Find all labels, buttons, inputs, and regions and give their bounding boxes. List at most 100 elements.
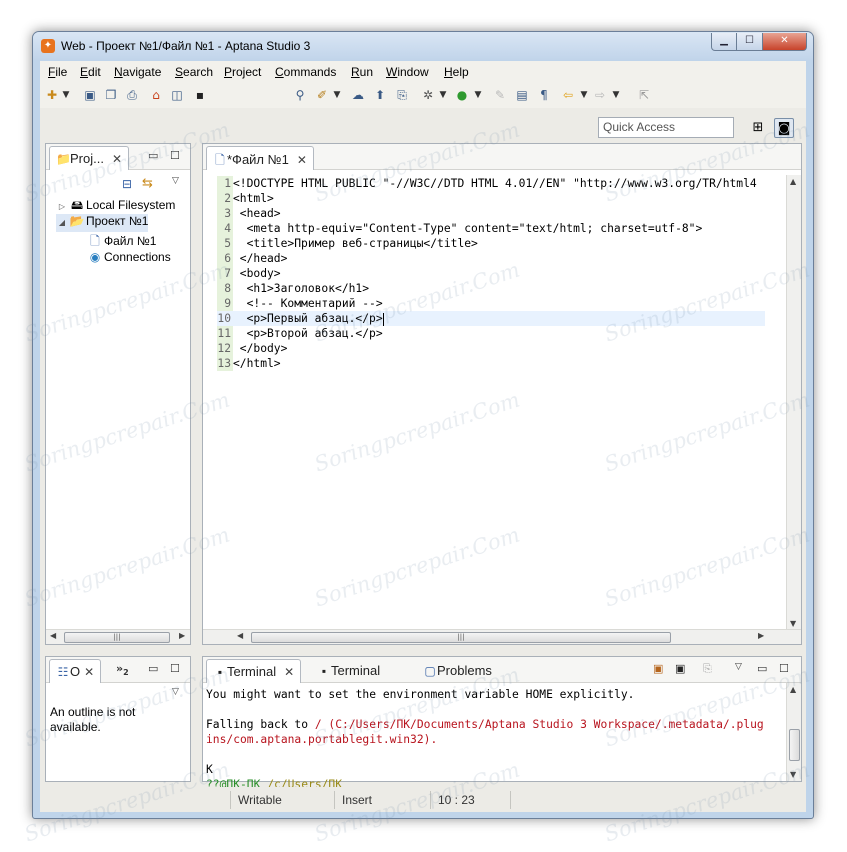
scroll-right-icon[interactable]: ▶ — [758, 631, 764, 640]
menu-project[interactable]: Project — [224, 65, 261, 79]
scroll-left-icon[interactable]: ◀ — [237, 631, 243, 640]
close-icon[interactable]: ✕ — [284, 665, 294, 679]
close-icon[interactable]: ✕ — [84, 665, 94, 679]
tree-item-project[interactable]: ◢ 📂 Проект №1 — [56, 214, 149, 232]
view-menu-icon[interactable]: ▽ — [735, 662, 742, 672]
back-icon[interactable]: ⇦ — [560, 87, 576, 103]
tab-terminal-1[interactable]: ▪ Terminal ✕ — [206, 659, 302, 683]
clear-icon[interactable]: ⎘ — [703, 662, 712, 676]
quick-access-input[interactable]: Quick Access — [598, 117, 734, 138]
new-terminal-icon[interactable]: ▣ — [653, 662, 663, 675]
scroll-left-icon[interactable]: ◀ — [50, 631, 56, 640]
collapse-icon[interactable]: ◢ — [56, 218, 68, 227]
pin-icon[interactable]: ⇱ — [636, 87, 652, 103]
maximize-view-icon[interactable]: ☐ — [170, 149, 180, 162]
scroll-down-icon[interactable]: ▼ — [790, 770, 796, 779]
expand-icon[interactable]: ▷ — [56, 202, 68, 211]
code-line[interactable]: 9 <!-- Комментарий --> — [217, 296, 765, 311]
tab-project-explorer[interactable]: 📁Proj... ✕ — [49, 146, 130, 170]
maximize-view-icon[interactable]: ☐ — [779, 662, 789, 675]
terminal-icon[interactable]: ▪ — [192, 87, 208, 103]
terminal-vertical-scrollbar[interactable]: ▲ ▼ — [786, 683, 801, 781]
close-icon[interactable]: ✕ — [297, 153, 307, 167]
overflow-tabs-button[interactable]: »2 — [116, 662, 129, 677]
code-line[interactable]: 6 </head> — [217, 251, 765, 266]
code-editor[interactable]: 1 <!DOCTYPE HTML PUBLIC "-//W3C//DTD HTML… — [217, 176, 765, 584]
open-terminal-icon[interactable]: ▣ — [675, 662, 685, 675]
code-line[interactable]: 4 <meta http-equiv="Content-Type" conten… — [217, 221, 765, 236]
maximize-view-icon[interactable]: ☐ — [170, 662, 180, 675]
close-icon[interactable]: ✕ — [112, 152, 122, 166]
minimize-view-icon[interactable]: ▭ — [148, 149, 158, 162]
code-line[interactable]: 5 <title>Пример веб-страницы</title> — [217, 236, 765, 251]
scroll-down-icon[interactable]: ▼ — [790, 619, 796, 628]
menu-window[interactable]: Window — [386, 65, 429, 79]
new-icon[interactable]: ✚ — [44, 87, 60, 103]
view-menu-icon[interactable]: ▽ — [172, 687, 179, 697]
save-icon[interactable]: ▣ — [82, 87, 98, 103]
code-line[interactable]: 10 <p>Первый абзац.</p> — [217, 311, 765, 326]
editor-horizontal-scrollbar[interactable]: ◀ ||| ▶ — [203, 629, 801, 644]
view-menu-icon[interactable]: ▽ — [172, 176, 179, 186]
menu-search[interactable]: Search — [175, 65, 213, 79]
tree-item-file[interactable]: 🗋 Файл №1 — [86, 232, 156, 250]
back-dropdown-icon[interactable]: ▼ — [580, 87, 588, 103]
tab-terminal-2[interactable]: ▪ Terminal — [311, 659, 386, 683]
close-button[interactable]: ✕ — [763, 33, 807, 51]
publish-icon[interactable]: ☁ — [350, 87, 366, 103]
menu-file[interactable]: File — [48, 65, 67, 79]
code-line[interactable]: 3 <head> — [217, 206, 765, 221]
pilcrow-icon[interactable]: ¶ — [536, 87, 552, 103]
scroll-up-icon[interactable]: ▲ — [790, 177, 796, 186]
run-dropdown-icon[interactable]: ▼ — [474, 87, 482, 103]
home-icon[interactable]: ⌂ — [148, 87, 164, 103]
copy-icon[interactable]: ⎘ — [394, 87, 410, 103]
menu-run[interactable]: Run — [351, 65, 373, 79]
tab-file-editor[interactable]: 🗋 *Файл №1 ✕ — [206, 146, 314, 170]
code-line[interactable]: 8 <h1>Заголовок</h1> — [217, 281, 765, 296]
forward-icon[interactable]: ⇨ — [592, 87, 608, 103]
minimize-view-icon[interactable]: ▭ — [757, 662, 767, 675]
code-line[interactable]: 2 <html> — [217, 191, 765, 206]
tree-item-local-filesystem[interactable]: ▷ 🖴 Local Filesystem — [56, 196, 175, 214]
scroll-up-icon[interactable]: ▲ — [790, 685, 796, 694]
run-icon[interactable]: ● — [454, 87, 470, 103]
editor-vertical-scrollbar[interactable]: ▲ ▼ — [786, 175, 801, 630]
code-line[interactable]: 1 <!DOCTYPE HTML PUBLIC "-//W3C//DTD HTML… — [217, 176, 765, 191]
tab-problems[interactable]: ▢Problems — [417, 659, 498, 683]
code-line[interactable]: 11 <p>Второй абзац.</p> — [217, 326, 765, 341]
print-icon[interactable]: ⎙ — [124, 87, 140, 103]
forward-dropdown-icon[interactable]: ▼ — [612, 87, 620, 103]
marker-icon[interactable]: ✎ — [492, 87, 508, 103]
tools-dropdown-icon[interactable]: ▼ — [333, 87, 341, 103]
scroll-thumb[interactable]: ||| — [64, 632, 170, 643]
menu-navigate[interactable]: Navigate — [114, 65, 161, 79]
code-line[interactable]: 13 </html> — [217, 356, 765, 371]
open-perspective-icon[interactable]: ⊞ — [748, 118, 768, 138]
code-line[interactable]: 12 </body> — [217, 341, 765, 356]
browser-icon[interactable]: ◫ — [169, 87, 185, 103]
code-line[interactable]: 7 <body> — [217, 266, 765, 281]
minimize-button[interactable]: ▁ — [711, 33, 737, 51]
collapse-all-icon[interactable]: ⊟ — [122, 177, 132, 191]
save-all-icon[interactable]: ❐ — [103, 87, 119, 103]
debug-icon[interactable]: ✲ — [420, 87, 436, 103]
scroll-thumb[interactable]: ||| — [251, 632, 671, 643]
menu-commands[interactable]: Commands — [275, 65, 336, 79]
minimize-view-icon[interactable]: ▭ — [148, 662, 158, 675]
scroll-thumb[interactable] — [789, 729, 800, 761]
project-horizontal-scrollbar[interactable]: ◀ ||| ▶ — [46, 629, 190, 644]
deploy-icon[interactable]: ⬆ — [372, 87, 388, 103]
web-perspective-icon[interactable]: ◙ — [774, 118, 794, 138]
tree-item-connections[interactable]: ◉ Connections — [86, 250, 171, 268]
menu-edit[interactable]: Edit — [80, 65, 101, 79]
new-dropdown-icon[interactable]: ▼ — [62, 87, 70, 103]
maximize-button[interactable]: ☐ — [737, 33, 763, 51]
link-with-editor-icon[interactable]: ⇆ — [142, 176, 153, 191]
tab-outline[interactable]: ☷ O ✕ — [49, 659, 102, 683]
menu-help[interactable]: Help — [444, 65, 469, 79]
scroll-right-icon[interactable]: ▶ — [179, 631, 185, 640]
tools-icon[interactable]: ✐ — [314, 87, 330, 103]
link-icon[interactable]: ⚲ — [292, 87, 308, 103]
toggle-icon[interactable]: ▤ — [514, 87, 530, 103]
